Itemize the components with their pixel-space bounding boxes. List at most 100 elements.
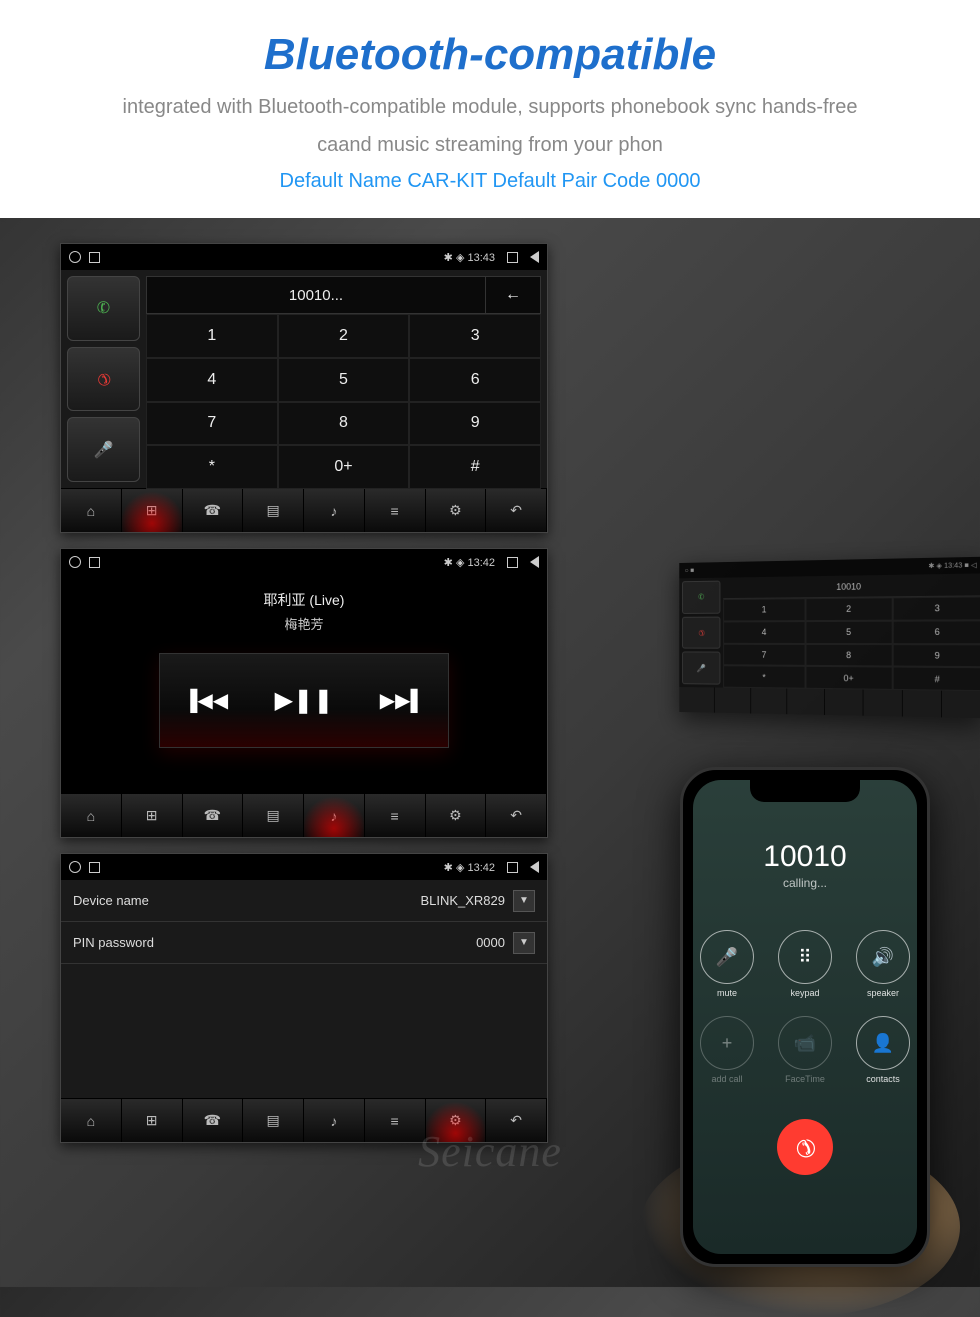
key-0[interactable]: 0+ <box>278 445 410 489</box>
backspace-button[interactable]: ← <box>485 277 540 313</box>
keypad-action[interactable]: ⠿ keypad <box>775 930 835 998</box>
chevron-down-icon[interactable]: ▼ <box>513 890 535 912</box>
mini-key[interactable]: 1 <box>723 598 806 621</box>
key-star[interactable]: * <box>146 445 278 489</box>
tab-phonebook[interactable]: ▤ <box>243 794 304 837</box>
key-7[interactable]: 7 <box>146 402 278 446</box>
mini-key[interactable]: 0+ <box>806 666 893 690</box>
mini-key[interactable]: 4 <box>723 621 806 644</box>
tab-settings[interactable]: ⚙ <box>426 794 487 837</box>
addcall-icon: + <box>700 1016 754 1070</box>
dialer-screen: ✱ ◈ 13:43 ✆ ✆ 🎤 10010... ← 1 2 <box>60 243 548 533</box>
tab-home[interactable]: ⌂ <box>61 1099 122 1142</box>
speaker-action[interactable]: 🔊 speaker <box>853 930 913 998</box>
speaker-icon: 🔊 <box>856 930 910 984</box>
calling-status: calling... <box>783 876 827 890</box>
mini-key[interactable]: 3 <box>892 596 980 620</box>
key-8[interactable]: 8 <box>278 402 410 446</box>
tab-settings[interactable]: ⚙ <box>426 489 487 532</box>
tab-back[interactable]: ↶ <box>486 1099 547 1142</box>
mute-label: mute <box>717 988 737 998</box>
circle-icon <box>69 556 81 568</box>
tab-settings[interactable]: ⚙ <box>426 1099 487 1142</box>
mini-mic[interactable]: 🎤 <box>682 652 720 685</box>
mute-icon: 🎤 <box>700 930 754 984</box>
tab-dialpad[interactable]: ⊞ <box>122 1099 183 1142</box>
status-bar: ✱ ◈ 13:42 <box>61 549 547 575</box>
square-icon <box>89 862 100 873</box>
mini-hangup[interactable]: ✆ <box>682 616 720 649</box>
end-call-button[interactable]: ✆ <box>777 1119 833 1175</box>
tab-music[interactable]: ♪ <box>304 794 365 837</box>
tab-contacts[interactable]: ☎ <box>183 1099 244 1142</box>
phone-mockup: 10010 calling... 🎤 mute ⠿ keypad 🔊 speak… <box>680 767 930 1267</box>
music-controls: ▐◀◀ ▶❚❚ ▶▶▌ <box>159 653 449 748</box>
tab-contacts[interactable]: ☎ <box>183 794 244 837</box>
back-icon[interactable] <box>530 556 539 568</box>
mini-key[interactable]: 9 <box>892 644 980 668</box>
page-title: Bluetooth-compatible <box>20 30 960 80</box>
facetime-action[interactable]: 📹 FaceTime <box>775 1016 835 1084</box>
settings-screen: ✱ ◈ 13:42 Device name BLINK_XR829 ▼ PIN … <box>60 853 548 1143</box>
key-4[interactable]: 4 <box>146 358 278 402</box>
prev-button[interactable]: ▐◀◀ <box>183 688 228 713</box>
circle-icon <box>69 861 81 873</box>
mini-time: 13:43 <box>944 562 962 570</box>
key-1[interactable]: 1 <box>146 314 278 358</box>
play-pause-button[interactable]: ▶❚❚ <box>275 686 334 715</box>
key-6[interactable]: 6 <box>409 358 541 402</box>
tab-phonebook[interactable]: ▤ <box>243 489 304 532</box>
bluetooth-icon: ✱ ◈ <box>444 252 465 264</box>
tab-contacts[interactable]: ☎ <box>183 489 244 532</box>
recent-icon[interactable] <box>507 557 518 568</box>
chevron-down-icon[interactable]: ▼ <box>513 932 535 954</box>
key-5[interactable]: 5 <box>278 358 410 402</box>
tab-home[interactable]: ⌂ <box>61 794 122 837</box>
recent-icon[interactable] <box>507 862 518 873</box>
subtitle-line1: integrated with Bluetooth-compatible mod… <box>20 92 960 122</box>
mini-key[interactable]: # <box>892 667 980 691</box>
key-3[interactable]: 3 <box>409 314 541 358</box>
mini-key[interactable]: 6 <box>892 620 980 644</box>
mini-key[interactable]: 7 <box>723 643 806 666</box>
key-hash[interactable]: # <box>409 445 541 489</box>
call-button[interactable]: ✆ <box>67 276 140 341</box>
tab-dialpad[interactable]: ⊞ <box>122 489 183 532</box>
tab-music[interactable]: ♪ <box>304 489 365 532</box>
mini-key[interactable]: 8 <box>806 643 893 666</box>
mini-key[interactable]: * <box>723 665 806 688</box>
mini-key[interactable]: 5 <box>806 620 893 643</box>
tab-dialpad[interactable]: ⊞ <box>122 794 183 837</box>
tab-back[interactable]: ↶ <box>486 489 547 532</box>
contacts-action[interactable]: 👤 contacts <box>853 1016 913 1084</box>
addcall-action[interactable]: + add call <box>697 1016 757 1084</box>
square-icon <box>89 252 100 263</box>
key-2[interactable]: 2 <box>278 314 410 358</box>
back-icon[interactable] <box>530 251 539 263</box>
back-icon[interactable] <box>530 861 539 873</box>
recent-icon[interactable] <box>507 252 518 263</box>
mute-action[interactable]: 🎤 mute <box>697 930 757 998</box>
device-name-row[interactable]: Device name BLINK_XR829 ▼ <box>61 880 547 922</box>
tab-phonebook[interactable]: ▤ <box>243 1099 304 1142</box>
tab-back[interactable]: ↶ <box>486 794 547 837</box>
hangup-button[interactable]: ✆ <box>67 347 140 412</box>
pin-row[interactable]: PIN password 0000 ▼ <box>61 922 547 964</box>
mic-button[interactable]: 🎤 <box>67 417 140 482</box>
header-section: Bluetooth-compatible integrated with Blu… <box>0 0 980 218</box>
bottom-tabs: ⌂ ⊞ ☎ ▤ ♪ ≡ ⚙ ↶ <box>61 793 547 837</box>
mini-call[interactable]: ✆ <box>682 581 720 614</box>
tab-music[interactable]: ♪ <box>304 1099 365 1142</box>
next-button[interactable]: ▶▶▌ <box>380 688 425 713</box>
tab-home[interactable]: ⌂ <box>61 489 122 532</box>
status-bar: ✱ ◈ 13:43 <box>61 244 547 270</box>
mini-key[interactable]: 2 <box>806 597 893 621</box>
tab-history[interactable]: ≡ <box>365 794 426 837</box>
bottom-tabs: ⌂ ⊞ ☎ ▤ ♪ ≡ ⚙ ↶ <box>61 1098 547 1142</box>
pin-label: PIN password <box>73 935 476 950</box>
square-icon <box>89 557 100 568</box>
tab-history[interactable]: ≡ <box>365 489 426 532</box>
tab-history[interactable]: ≡ <box>365 1099 426 1142</box>
key-9[interactable]: 9 <box>409 402 541 446</box>
status-time: 13:43 <box>467 252 495 264</box>
